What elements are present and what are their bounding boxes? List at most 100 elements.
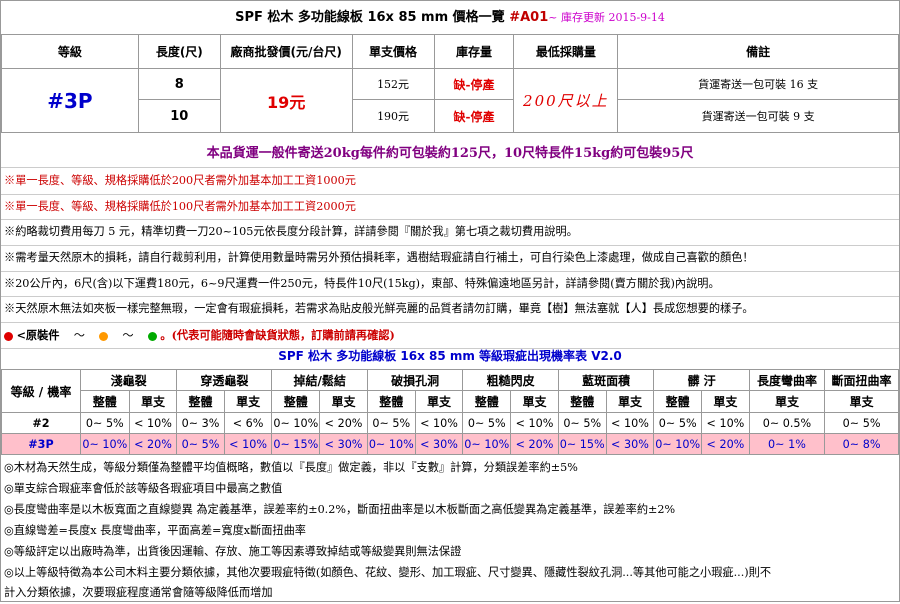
shipping-notice: 本品貨運一般件寄送20kg每件約可包裝約125尺，10尺特長件15kg約可包裝9… <box>1 141 899 168</box>
wholesale-price: 19 <box>267 92 290 112</box>
header-length: 長度(尺) <box>137 34 221 69</box>
rate-cell: 0~ 10% <box>79 433 130 455</box>
rate-cell: < 30% <box>319 433 368 455</box>
min-purchase: 200尺以上 <box>513 68 619 133</box>
sub-header: 單支 <box>748 390 826 413</box>
red-dot-icon <box>4 331 13 341</box>
rate-cell: 0~ 8% <box>824 433 899 455</box>
rate-cell: < 6% <box>223 412 273 434</box>
rate-cell: 0~ 10% <box>462 433 512 455</box>
footnote: ◎直線彎差=長度x 長度彎曲率，平面高差=寬度x斷面扭曲率 <box>4 523 306 537</box>
rate-cell: 0~ 5% <box>462 412 512 434</box>
page-title: SPF 松木 多功能線板 16x 85 mm 價格一覽 #A01~ 庫存更新 2… <box>1 5 899 31</box>
note-line: ※約略裁切費用每刀 5 元，精準切費一刀20~105元依長度分段計算，詳請參閱『… <box>1 220 899 247</box>
group-header: 斷面扭曲率 <box>824 369 899 391</box>
shipping-note: 貨運寄送一包可裝 16 支 <box>617 68 899 100</box>
shipping-note: 貨運寄送一包可裝 9 支 <box>617 99 899 133</box>
notes-list: ※單一長度、等級、規格採購低於200尺者需外加基本加工工資1000元 ※單一長度… <box>1 169 899 349</box>
rate-cell: < 20% <box>701 433 750 455</box>
rate-cell: < 10% <box>128 412 178 434</box>
stock-status: 缺-停產 <box>433 99 515 133</box>
rate-cell: 0~ 5% <box>176 433 225 455</box>
group-header: 穿透龜裂 <box>176 369 273 391</box>
table-row: #2 0~ 5% < 10% 0~ 3% < 6% 0~ 10% < 20% 0… <box>1 412 899 434</box>
footnote: ◎以上等級特徵為本公司木料主要分類依據，其他次要瑕疵特徵(如顏色、花紋、變形、加… <box>4 565 772 579</box>
rate-cell: 0~ 10% <box>271 412 321 434</box>
rate-cell: < 10% <box>701 412 750 434</box>
title-main: SPF 松木 多功能線板 16x 85 mm 價格一覽 <box>235 10 510 25</box>
note-line: ※20公斤內，6尺(含)以下運費180元，6~9尺運費一件250元，特長件10尺… <box>1 272 899 298</box>
rate-cell: 0~ 10% <box>653 433 703 455</box>
rate-cell: < 20% <box>128 433 178 455</box>
rate-cell: < 30% <box>605 433 655 455</box>
page: SPF 松木 多功能線板 16x 85 mm 價格一覽 #A01~ 庫存更新 2… <box>0 0 900 602</box>
note-line: ※單一長度、等級、規格採購低於200尺者需外加基本加工工資1000元 <box>1 169 899 195</box>
legend-label: <原裝件 <box>16 328 60 343</box>
sub-header: 整體 <box>462 390 512 413</box>
title-code: #A01 <box>509 10 549 25</box>
title-update: ~ 庫存更新 2015-9-14 <box>548 11 665 24</box>
unit-price: 152元 <box>351 68 435 100</box>
legend-tilde: ～ <box>122 329 134 343</box>
footnote: ◎長度彎曲率是以木板寬面之直線變異 為定義基準，誤差率約±0.2%，斷面扭曲率是… <box>4 502 676 516</box>
note-line: ※天然原木無法如夾板一樣完整無瑕，一定會有瑕疵損耗，若需求為貼皮般光鮮亮麗的品質… <box>1 297 899 324</box>
sub-header: 整體 <box>557 390 607 413</box>
group-header: 掉結/鬆結 <box>271 369 368 391</box>
rate-cell: < 10% <box>510 412 559 434</box>
sub-header: 單支 <box>510 390 559 413</box>
rate-cell: < 10% <box>223 433 273 455</box>
footnote: ◎等級評定以出廠時為準，出貨後因運輸、存放、施工等因素導致掉結或等級變異則無法保… <box>4 544 462 558</box>
header-unit-price: 單支價格 <box>351 34 435 69</box>
table-row: #3P 0~ 10% < 20% 0~ 5% < 10% 0~ 15% < 30… <box>1 433 899 455</box>
footnote: 計入分類依據，次要瑕疵程度通常會隨等級降低而增加 <box>4 586 273 600</box>
rate-cell: 0~ 0.5% <box>748 412 826 434</box>
footnote: ◎單支綜合瑕疵率會低於該等級各瑕疵項目中最高之數值 <box>4 481 283 495</box>
price-row: #3P 8 19元 152元 缺-停產 200尺以上 貨運寄送一包可裝 16 支 <box>1 68 899 133</box>
group-header: 髒 汙 <box>653 369 750 391</box>
note-line: ※單一長度、等級、規格採購低於100尺者需外加基本加工工資2000元 <box>1 195 899 221</box>
sub-header: 單支 <box>605 390 655 413</box>
sub-header: 整體 <box>271 390 321 413</box>
sub-header: 單支 <box>824 390 899 413</box>
legend-tilde: ～ <box>73 329 85 343</box>
grade-value: #3P <box>1 68 139 133</box>
rate-cell: 0~ 15% <box>557 433 607 455</box>
unit-price: 190元 <box>351 99 435 133</box>
green-dot-icon <box>147 331 157 341</box>
rate-cell: 0~ 15% <box>271 433 321 455</box>
header-grade: 等級 <box>1 34 139 69</box>
defect-sub-header: 整體 單支 整體 單支 整體 單支 整體 單支 整體 單支 整體 單支 整體 單… <box>2 390 899 413</box>
rate-cell: 0~ 5% <box>653 412 703 434</box>
sub-header: 單支 <box>223 390 273 413</box>
header-note: 備註 <box>617 34 899 69</box>
corner-cell: 等級 / 機率 <box>1 369 81 413</box>
rate-cell: < 10% <box>605 412 655 434</box>
rate-cell: 0~ 5% <box>824 412 899 434</box>
rate-cell: < 10% <box>414 412 464 434</box>
sub-header: 整體 <box>366 390 416 413</box>
group-header: 長度彎曲率 <box>748 369 826 391</box>
defect-table: 等級 / 機率 淺龜裂 穿透龜裂 掉結/鬆結 破損孔洞 粗糙閃皮 藍斑面積 髒 … <box>1 369 899 455</box>
wholesale-unit: 元 <box>289 92 306 112</box>
stock-status: 缺-停產 <box>433 68 515 100</box>
rate-cell: < 20% <box>510 433 559 455</box>
group-header: 破損孔洞 <box>366 369 464 391</box>
sub-header: 單支 <box>414 390 464 413</box>
rate-cell: 0~ 5% <box>557 412 607 434</box>
header-wholesale: 廠商批發價(元/台尺) <box>219 34 353 69</box>
price-table: 等級 長度(尺) 廠商批發價(元/台尺) 單支價格 庫存量 最低採購量 備註 #… <box>1 34 899 133</box>
rate-cell: 0~ 5% <box>79 412 130 434</box>
group-header: 粗糙閃皮 <box>462 369 559 391</box>
group-header: 藍斑面積 <box>557 369 655 391</box>
rate-cell: 0~ 5% <box>366 412 416 434</box>
length-value: 10 <box>137 99 221 133</box>
header-stock: 庫存量 <box>433 34 515 69</box>
sub-header: 整體 <box>176 390 225 413</box>
sub-header: 單支 <box>319 390 368 413</box>
footnote: ◎木材為天然生成，等級分類僅為整體平均值概略，數值以『長度』做定義，非以『支數』… <box>4 461 578 474</box>
orange-dot-icon <box>99 331 109 341</box>
wholesale-price-cell: 19元 <box>219 68 353 133</box>
rate-cell: 0~ 3% <box>176 412 225 434</box>
note-line: ※需考量天然原木的損耗，請自行裁剪利用，計算使用數量時需另外預估損耗率，遇樹結瑕… <box>1 246 899 272</box>
rate-cell: < 30% <box>414 433 464 455</box>
